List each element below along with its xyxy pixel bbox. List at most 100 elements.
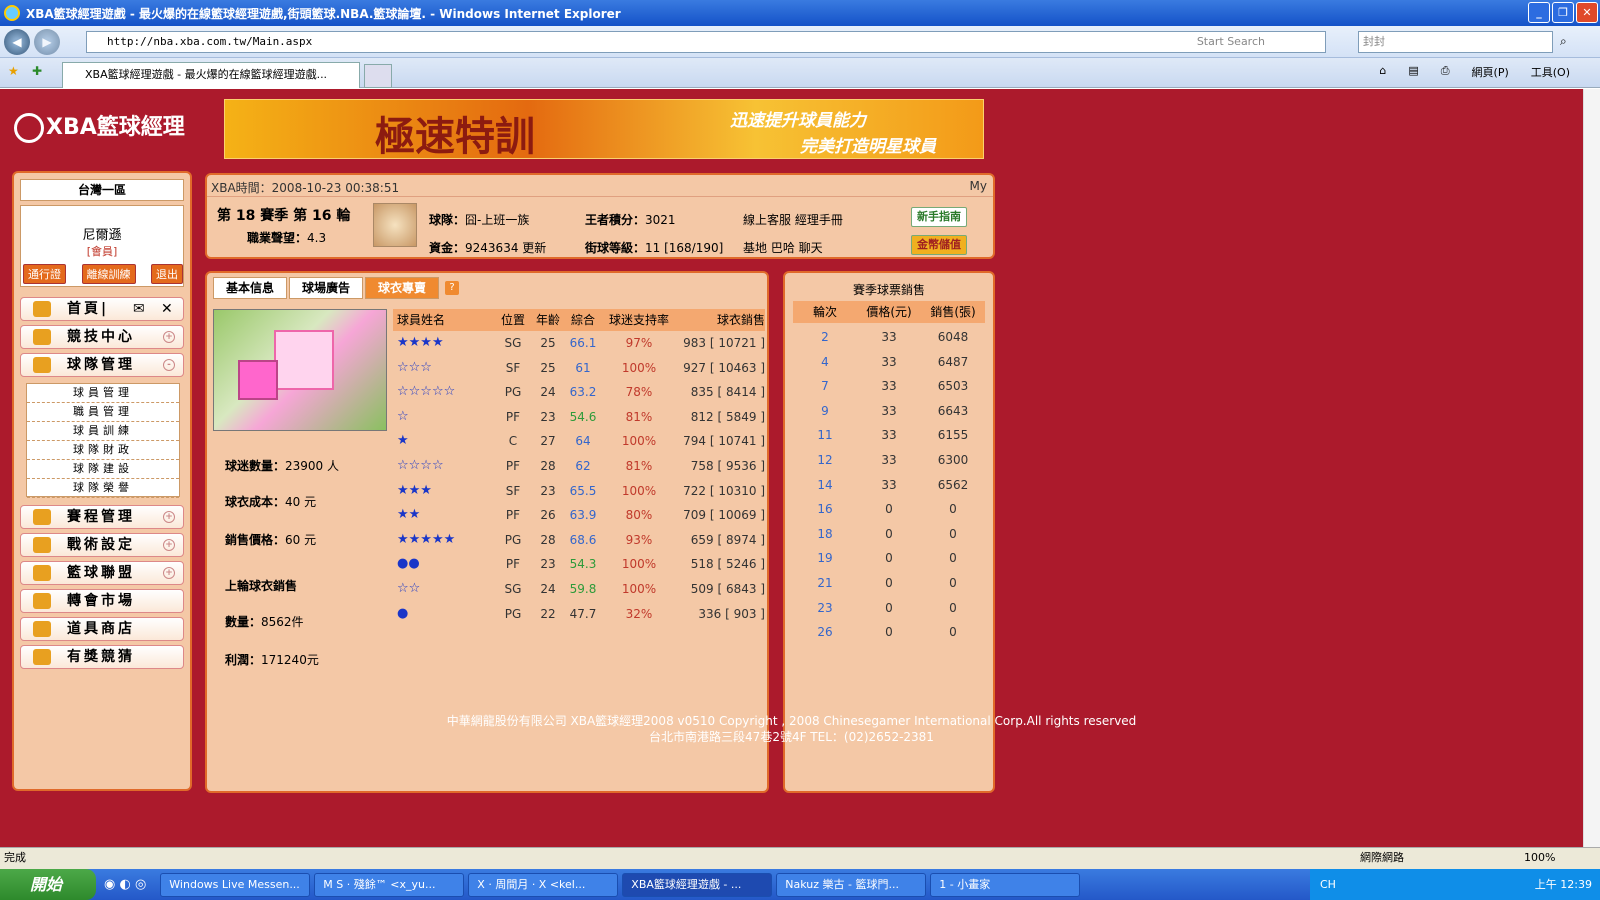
taskbar-item[interactable]: X · 周間月 · X <kel...: [468, 872, 619, 897]
sold: 6643: [937, 403, 969, 418]
print-icon[interactable]: ⎙: [1441, 64, 1450, 80]
table-row[interactable]: ☆☆☆ SF 25 61 100% 927 [ 10463 ]: [393, 356, 765, 381]
menu-team[interactable]: 球隊管理 -: [20, 353, 184, 377]
table-row[interactable]: ★ C 27 64 100% 794 [ 10741 ]: [393, 429, 765, 454]
table-row[interactable]: ★★ PF 26 63.9 80% 709 [ 10069 ]: [393, 503, 765, 528]
position: C: [508, 434, 518, 449]
taskbar-item[interactable]: M S · 殘餘™ <x_yu...: [314, 872, 465, 897]
favorites-star-icon[interactable]: ★: [8, 64, 19, 78]
player-rating: ★: [397, 433, 409, 449]
xba-logo[interactable]: XBA籃球經理: [14, 109, 185, 143]
taskbar-item[interactable]: XBA籃球經理遊戲 - ...: [622, 872, 773, 897]
table-row[interactable]: ●● PF 23 54.3 100% 518 [ 5246 ]: [393, 552, 765, 577]
menu-quiz[interactable]: 有獎競猜: [20, 645, 184, 669]
feeds-icon[interactable]: ▤: [1408, 64, 1418, 80]
menu-home[interactable]: 首頁| ✉ ✕: [20, 297, 184, 321]
menu-schedule[interactable]: 賽程管理 +: [20, 505, 184, 529]
table-row[interactable]: ☆☆☆☆ PF 28 62 81% 758 [ 9536 ]: [393, 454, 765, 479]
quicklaunch-icons[interactable]: ◉ ◐ ◎: [104, 877, 146, 892]
menu-tactics[interactable]: 戰術設定 +: [20, 533, 184, 557]
menu-arena[interactable]: 競技中心 +: [20, 325, 184, 349]
close-button[interactable]: ✕: [1576, 2, 1598, 23]
player-rating: ☆: [397, 408, 409, 424]
new-tab-button[interactable]: [364, 64, 392, 88]
submenu-players[interactable]: 球員管理: [27, 384, 179, 403]
position: PF: [505, 508, 521, 523]
menu-transfer[interactable]: 轉會市場: [20, 589, 184, 613]
support-links[interactable]: 線上客服 經理手冊: [743, 211, 843, 228]
passport-button[interactable]: 通行證: [23, 264, 66, 284]
tools-icon[interactable]: ✕: [161, 298, 173, 320]
table-row[interactable]: ★★★★ SG 25 66.1 97% 983 [ 10721 ]: [393, 331, 765, 356]
price: 0: [885, 575, 893, 590]
table-row[interactable]: ☆ PF 23 54.6 81% 812 [ 5849 ]: [393, 405, 765, 430]
submenu-training[interactable]: 球員訓練: [27, 422, 179, 441]
fan-support: 81%: [625, 409, 653, 424]
table-row[interactable]: ★★★★★ PG 28 68.6 93% 659 [ 8974 ]: [393, 528, 765, 553]
menu-league[interactable]: 籃球聯盟 +: [20, 561, 184, 585]
round: 7: [821, 379, 829, 394]
player-rating: ★★: [397, 507, 421, 523]
start-button[interactable]: 開始: [0, 869, 96, 900]
zone: 網際網路: [1360, 851, 1404, 864]
taskbar-item[interactable]: Nakuz 樂古 - 籃球門...: [776, 872, 927, 897]
maximize-button[interactable]: ❐: [1552, 2, 1574, 23]
lang-indicator[interactable]: CH: [1320, 878, 1336, 891]
logout-button[interactable]: 退出: [151, 264, 183, 284]
newbie-guide-button[interactable]: 新手指南: [911, 207, 967, 227]
round: 2: [821, 330, 829, 344]
team-name: 球隊：囧-上班一族: [429, 213, 530, 227]
search-input[interactable]: 封封: [1358, 31, 1553, 53]
submenu-facilities[interactable]: 球隊建設: [27, 460, 179, 479]
player-rating: ★★★: [397, 482, 432, 498]
submenu-finance[interactable]: 球隊財政: [27, 441, 179, 460]
help-icon[interactable]: ?: [445, 281, 459, 295]
offline-training-button[interactable]: 離線訓練: [81, 264, 136, 284]
tab-court-ads[interactable]: 球場廣告: [289, 277, 363, 299]
my-link[interactable]: My: [970, 179, 987, 193]
jersey-sales: 722 [ 10310 ]: [683, 483, 765, 498]
price: 33: [881, 428, 897, 443]
taskbar-item[interactable]: Windows Live Messen...: [160, 872, 311, 897]
scrollbar[interactable]: [1583, 89, 1600, 847]
ticket-row: 16 0 0: [793, 497, 985, 522]
team-avatar[interactable]: [373, 203, 417, 247]
tab-xba[interactable]: XBA籃球經理遊戲 - 最火爆的在線籃球經理遊戲...: [62, 62, 360, 88]
add-favorite-icon[interactable]: ✚: [32, 64, 42, 78]
table-row[interactable]: ● PG 22 47.7 32% 336 [ 903 ]: [393, 602, 765, 627]
jersey-sales: 835 [ 8414 ]: [690, 385, 765, 400]
fan-support: 81%: [625, 458, 653, 473]
jersey-sales: 336 [ 903 ]: [698, 606, 765, 621]
gold-topup-button[interactable]: 金幣儲值: [911, 235, 967, 255]
search-icon[interactable]: ⌕: [1560, 34, 1567, 49]
menu-shop[interactable]: 道具商店: [20, 617, 184, 641]
price: 0: [885, 502, 893, 517]
sold: 6503: [937, 379, 969, 394]
profit: 利潤：171240元: [225, 653, 319, 667]
home-icon[interactable]: ⌂: [1379, 64, 1386, 80]
url-input[interactable]: http://nba.xba.com.tw/Main.aspx Start Sea…: [86, 31, 1326, 53]
info-panel: XBA時間：2008-10-23 00:38:51 My 第 18 賽季 第 1…: [205, 173, 995, 259]
submenu-staff[interactable]: 職員管理: [27, 403, 179, 422]
promo-banner[interactable]: 極速特訓 迅速提升球員能力 完美打造明星球員: [224, 99, 984, 159]
ticket-row: 23 0 0: [793, 596, 985, 621]
community-links[interactable]: 基地 巴哈 聊天: [743, 239, 823, 256]
submenu-honors[interactable]: 球隊榮譽: [27, 479, 179, 498]
table-row[interactable]: ☆☆☆☆☆ PG 24 63.2 78% 835 [ 8414 ]: [393, 380, 765, 405]
table-row[interactable]: ☆☆ SG 24 59.8 100% 509 [ 6843 ]: [393, 577, 765, 602]
mail-icon[interactable]: ✉: [133, 298, 145, 320]
ticket-row: 11 33 6155: [793, 423, 985, 448]
page-menu[interactable]: 網頁(P): [1472, 64, 1509, 80]
tools-menu[interactable]: 工具(O): [1531, 64, 1570, 80]
update-link[interactable]: 更新: [522, 241, 546, 255]
tab-basic-info[interactable]: 基本信息: [213, 277, 287, 299]
minimize-button[interactable]: _: [1528, 2, 1550, 23]
back-icon[interactable]: ◀: [4, 29, 30, 55]
zoom-level[interactable]: 100%: [1524, 848, 1555, 868]
tab-jersey-shop[interactable]: 球衣專賣: [365, 277, 439, 299]
table-row[interactable]: ★★★ SF 23 65.5 100% 722 [ 10310 ]: [393, 479, 765, 504]
taskbar-item[interactable]: 1 - 小畫家: [930, 872, 1081, 897]
forward-icon[interactable]: ▶: [34, 29, 60, 55]
jersey-sales: 509 [ 6843 ]: [690, 581, 765, 596]
round: 14: [817, 477, 833, 492]
